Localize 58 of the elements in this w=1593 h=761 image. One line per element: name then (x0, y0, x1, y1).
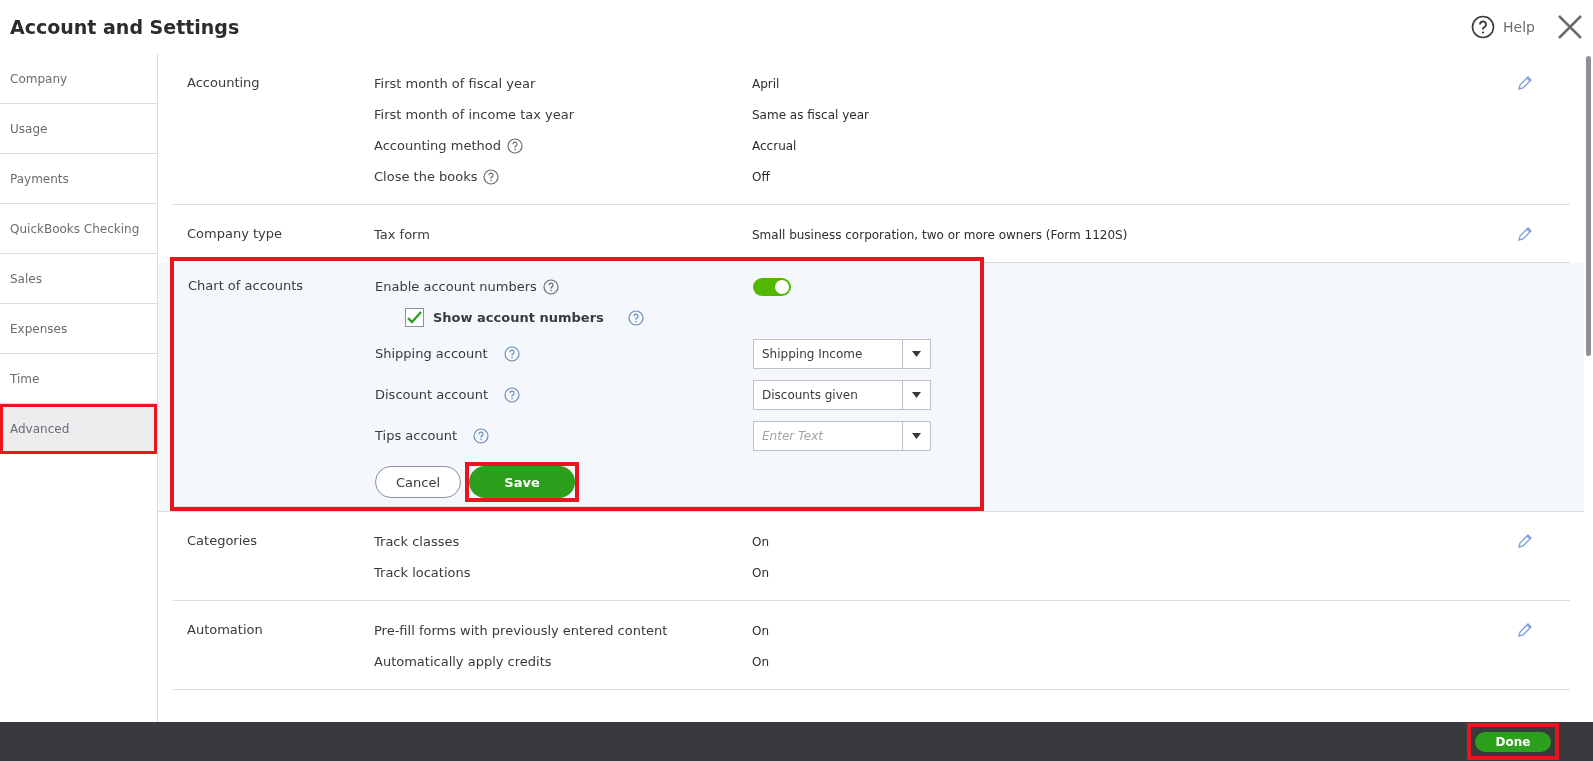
pencil-icon (1516, 532, 1534, 550)
setting-value: April (752, 76, 780, 91)
help-icon[interactable] (483, 168, 500, 185)
setting-value: Off (752, 169, 770, 184)
setting-label: Automatically apply credits (374, 654, 552, 669)
caret-icon (912, 391, 921, 398)
setting-value: Accrual (752, 138, 797, 153)
nav-item[interactable]: Advanced (0, 404, 157, 454)
edit-button[interactable] (1516, 225, 1534, 243)
setting-label: Tax form (374, 227, 430, 242)
setting-label: Tips account (375, 428, 458, 443)
pencil-icon (1516, 621, 1534, 639)
help-icon[interactable] (506, 137, 523, 154)
help-icon[interactable] (627, 309, 644, 326)
help-icon[interactable] (503, 345, 520, 362)
account-dropdown[interactable]: Discounts given (753, 379, 931, 410)
setting-label: First month of fiscal year (374, 76, 536, 91)
close-button[interactable] (1557, 14, 1583, 40)
setting-label: Discount account (375, 387, 488, 402)
setting-label: Track classes (374, 534, 460, 549)
window-title: Account and Settings (10, 16, 241, 38)
setting-value: On (752, 565, 770, 580)
setting-label: Accounting method (374, 138, 501, 153)
section-title: Accounting (187, 74, 261, 92)
toggle-switch[interactable] (753, 277, 791, 296)
cancel-button[interactable]: Cancel (375, 466, 461, 498)
help-button[interactable]: Help (1465, 14, 1541, 40)
setting-label: Shipping account (375, 346, 488, 361)
setting-value: On (752, 534, 770, 549)
pencil-icon (1516, 225, 1534, 243)
setting-value: On (752, 654, 770, 669)
section-title: Categories (187, 532, 259, 550)
checkbox[interactable] (405, 308, 424, 327)
caret-icon (912, 350, 921, 357)
setting-label: Track locations (374, 565, 471, 580)
caret-icon (912, 432, 921, 439)
save-button[interactable]: Save (469, 466, 575, 498)
section-title: Chart of accounts (188, 277, 305, 295)
help-icon (1471, 15, 1496, 39)
setting-label: Pre-fill forms with previously entered content (374, 623, 668, 638)
checkbox-label: Show account numbers (433, 310, 604, 325)
edit-button[interactable] (1516, 621, 1534, 639)
done-button[interactable]: Done (1475, 732, 1551, 752)
account-dropdown[interactable]: Shipping Income (753, 338, 931, 369)
section-title: Automation (187, 621, 264, 639)
edit-button[interactable] (1516, 532, 1534, 550)
help-icon[interactable] (473, 427, 490, 444)
edit-button[interactable] (1516, 74, 1534, 92)
setting-label: First month of income tax year (374, 107, 575, 122)
setting-value: Small business corporation, two or more owners (Form 1120S) (752, 227, 1128, 242)
setting-label: Close the books (374, 169, 478, 184)
setting-label: Enable account numbers (375, 279, 537, 294)
setting-value: Same as fiscal year (752, 107, 869, 122)
setting-value: On (752, 623, 770, 638)
section-title: Company type (187, 225, 284, 243)
help-icon[interactable] (504, 386, 520, 403)
help-icon[interactable] (542, 278, 559, 295)
pencil-icon (1516, 74, 1534, 92)
